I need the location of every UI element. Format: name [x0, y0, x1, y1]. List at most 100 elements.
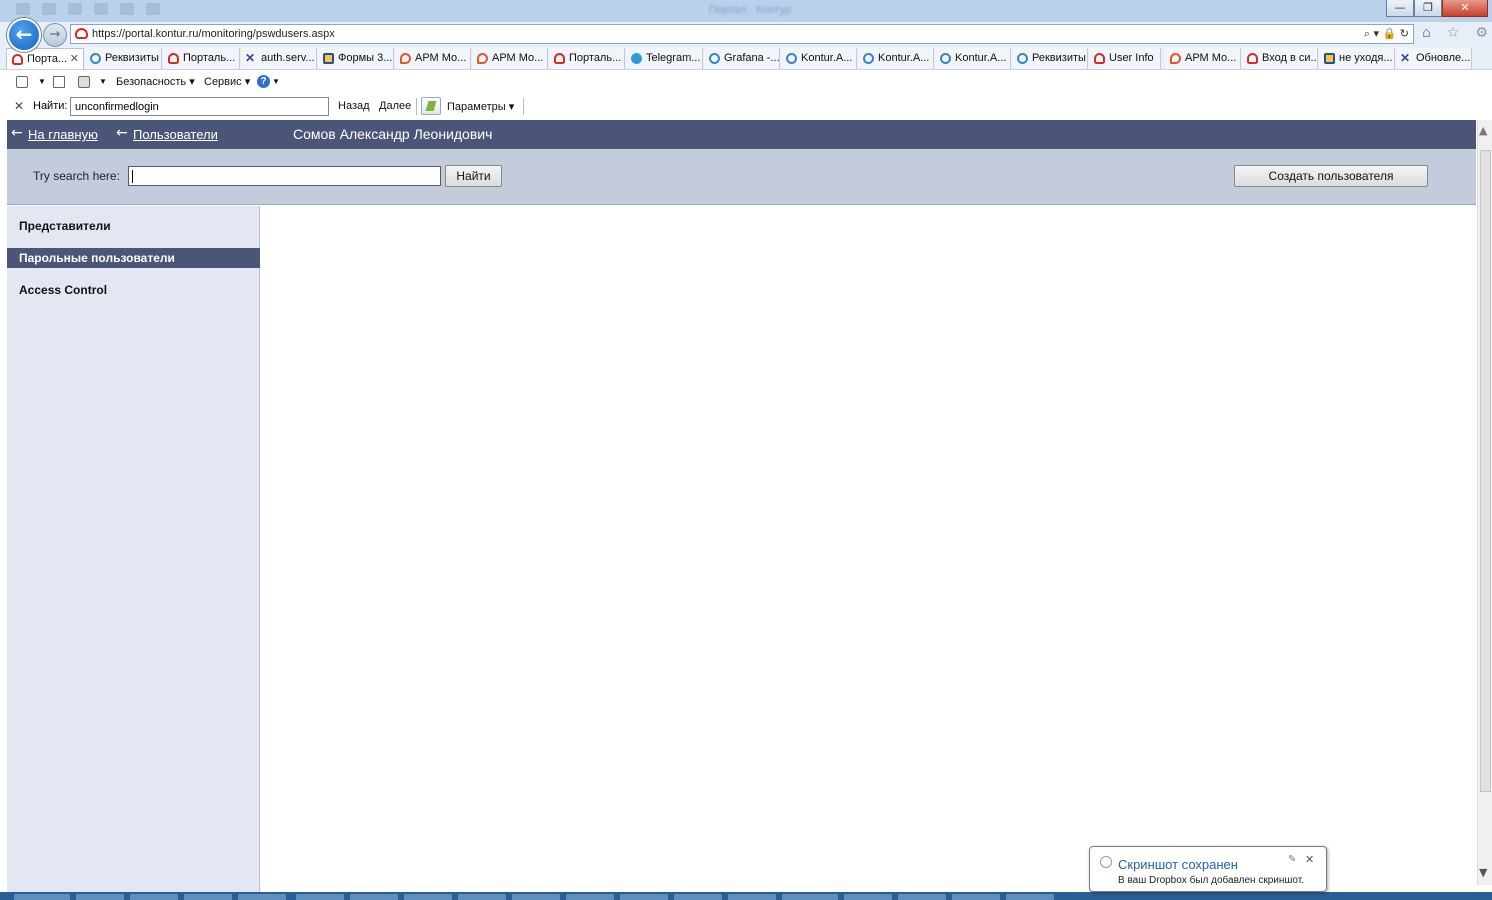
taskbar-item[interactable]	[782, 894, 838, 900]
taskbar-item[interactable]	[952, 894, 1000, 900]
address-tools: ⌕ ▾ 🔒 ↻	[1364, 27, 1409, 41]
minimize-icon[interactable]: —	[1386, 0, 1414, 17]
quick-access-icon[interactable]	[94, 3, 108, 15]
close-icon[interactable]: ✕	[1305, 853, 1314, 866]
notification-popup[interactable]: Скриншот сохранен ✎ ✕ В ваш Dropbox был …	[1089, 846, 1327, 892]
print-icon[interactable]	[78, 76, 90, 88]
find-previous-button[interactable]: Назад	[338, 100, 370, 112]
highlight-pen-icon[interactable]	[421, 97, 441, 115]
security-menu[interactable]: Безопасность ▾	[116, 75, 195, 88]
quick-access-icon[interactable]	[146, 3, 160, 15]
taskbar-item[interactable]	[238, 894, 286, 900]
scroll-down-icon[interactable]: ▼	[1479, 866, 1487, 879]
ie-icon	[90, 53, 101, 64]
taskbar-item[interactable]	[184, 894, 232, 900]
help-icon[interactable]: ?	[257, 75, 270, 88]
browser-toolbar-icons: ⌂ ☆ ⚙	[1422, 25, 1488, 43]
tab[interactable]: Kontur.A...	[858, 48, 934, 69]
quick-access-icon[interactable]	[120, 3, 134, 15]
gear-icon[interactable]: ⚙	[1475, 25, 1488, 43]
quick-access-icon[interactable]	[16, 3, 30, 15]
lock-icon[interactable]: 🔒	[1383, 27, 1397, 40]
sidebar-item-representatives[interactable]: Представители	[7, 216, 260, 236]
users-link[interactable]: Пользователи	[133, 127, 218, 142]
back-arrow-icon[interactable]: ←	[7, 18, 41, 52]
taskbar-item[interactable]	[296, 894, 344, 900]
tab[interactable]: Формы 3...	[318, 48, 394, 69]
search-input[interactable]	[128, 166, 441, 186]
home-link[interactable]: На главную	[28, 127, 98, 142]
home-icon[interactable]: ⌂	[1422, 25, 1431, 43]
tab[interactable]: ✕ auth.serv...	[241, 48, 317, 69]
chevron-down-icon[interactable]: ▼	[99, 77, 107, 86]
divider	[523, 98, 524, 115]
kontur-icon	[1094, 53, 1105, 64]
tab-label: Kontur.A...	[801, 52, 853, 64]
close-window-icon[interactable]: ✕	[1442, 0, 1488, 17]
find-input[interactable]	[70, 97, 329, 116]
tab[interactable]: Telegram...	[626, 48, 703, 69]
tab-label: Kontur.A...	[955, 52, 1007, 64]
sidebar-item-password-users[interactable]: Парольные пользователи	[7, 248, 260, 268]
quick-access-icon[interactable]	[68, 3, 82, 15]
scrollbar-thumb[interactable]	[1480, 150, 1491, 792]
search-panel: Try search here: Найти Создать пользоват…	[7, 149, 1476, 205]
chevron-down-icon[interactable]: ▼	[38, 77, 46, 86]
chevron-down-icon[interactable]: ▾	[1374, 27, 1380, 40]
taskbar-item[interactable]	[728, 894, 776, 900]
taskbar-item[interactable]	[76, 894, 124, 900]
service-menu[interactable]: Сервис ▾	[204, 75, 250, 88]
sidebar-item-access-control[interactable]: Access Control	[7, 280, 260, 300]
mail-icon[interactable]	[53, 76, 65, 88]
taskbar-item[interactable]	[1006, 894, 1054, 900]
scroll-up-icon[interactable]: ▲	[1479, 124, 1487, 137]
vertical-scrollbar[interactable]	[1477, 120, 1492, 885]
address-bar[interactable]: https://portal.kontur.ru/monitoring/pswd…	[70, 24, 1414, 44]
address-url[interactable]: https://portal.kontur.ru/monitoring/pswd…	[92, 28, 335, 40]
taskbar-item[interactable]	[458, 894, 506, 900]
close-tab-icon[interactable]: ✕	[70, 49, 79, 69]
taskbar-item[interactable]	[404, 894, 452, 900]
find-next-button[interactable]: Далее	[379, 100, 411, 112]
taskbar-item[interactable]	[566, 894, 614, 900]
start-button[interactable]	[14, 894, 70, 900]
taskbar-item[interactable]	[130, 894, 178, 900]
taskbar-item[interactable]	[898, 894, 946, 900]
tab[interactable]: Kontur.A...	[935, 48, 1011, 69]
tab[interactable]: Реквизиты	[1012, 48, 1088, 69]
find-options-button[interactable]: Параметры ▾	[447, 100, 514, 113]
tab[interactable]: Реквизиты	[85, 48, 162, 69]
tab[interactable]: Порталь...	[163, 48, 240, 69]
taskbar-item[interactable]	[350, 894, 398, 900]
tab[interactable]: Kontur.A...	[781, 48, 857, 69]
restore-icon[interactable]: ❐	[1414, 0, 1442, 17]
tab[interactable]: АРМ Мо...	[395, 48, 471, 69]
taskbar-item[interactable]	[674, 894, 722, 900]
rss-feed-icon[interactable]	[16, 76, 28, 88]
pin-icon[interactable]: ✎	[1288, 854, 1296, 865]
ie-icon	[709, 53, 720, 64]
close-icon[interactable]: ✕	[14, 99, 24, 113]
tab[interactable]: АРМ Мо...	[1165, 48, 1241, 69]
notification-title[interactable]: Скриншот сохранен	[1118, 857, 1238, 872]
tab[interactable]: АРМ Мо...	[472, 48, 548, 69]
taskbar-item[interactable]	[844, 894, 892, 900]
taskbar-item[interactable]	[620, 894, 668, 900]
favorites-star-icon[interactable]: ☆	[1447, 25, 1460, 43]
tab[interactable]: Grafana -...	[704, 48, 780, 69]
tab[interactable]: Вход в си...	[1242, 48, 1318, 69]
quick-access-icon[interactable]	[42, 3, 56, 15]
refresh-icon[interactable]: ↻	[1400, 27, 1409, 40]
tabs-bar: Порта... ✕ Реквизиты Порталь... ✕ auth.se…	[0, 46, 1492, 70]
tab[interactable]: User Info	[1089, 48, 1161, 69]
chevron-down-icon[interactable]: ▼	[272, 77, 280, 86]
taskbar-item[interactable]	[512, 894, 560, 900]
forms-icon	[1324, 53, 1335, 64]
search-button[interactable]: Найти	[445, 165, 502, 187]
tab[interactable]: ✕ Обновле...	[1396, 48, 1472, 69]
search-icon[interactable]: ⌕	[1364, 27, 1370, 40]
tab[interactable]: Порталь...	[549, 48, 625, 69]
tab[interactable]: не уходя...	[1319, 48, 1395, 69]
forward-arrow-icon[interactable]: →	[43, 23, 67, 47]
create-user-button[interactable]: Создать пользователя	[1234, 165, 1428, 187]
